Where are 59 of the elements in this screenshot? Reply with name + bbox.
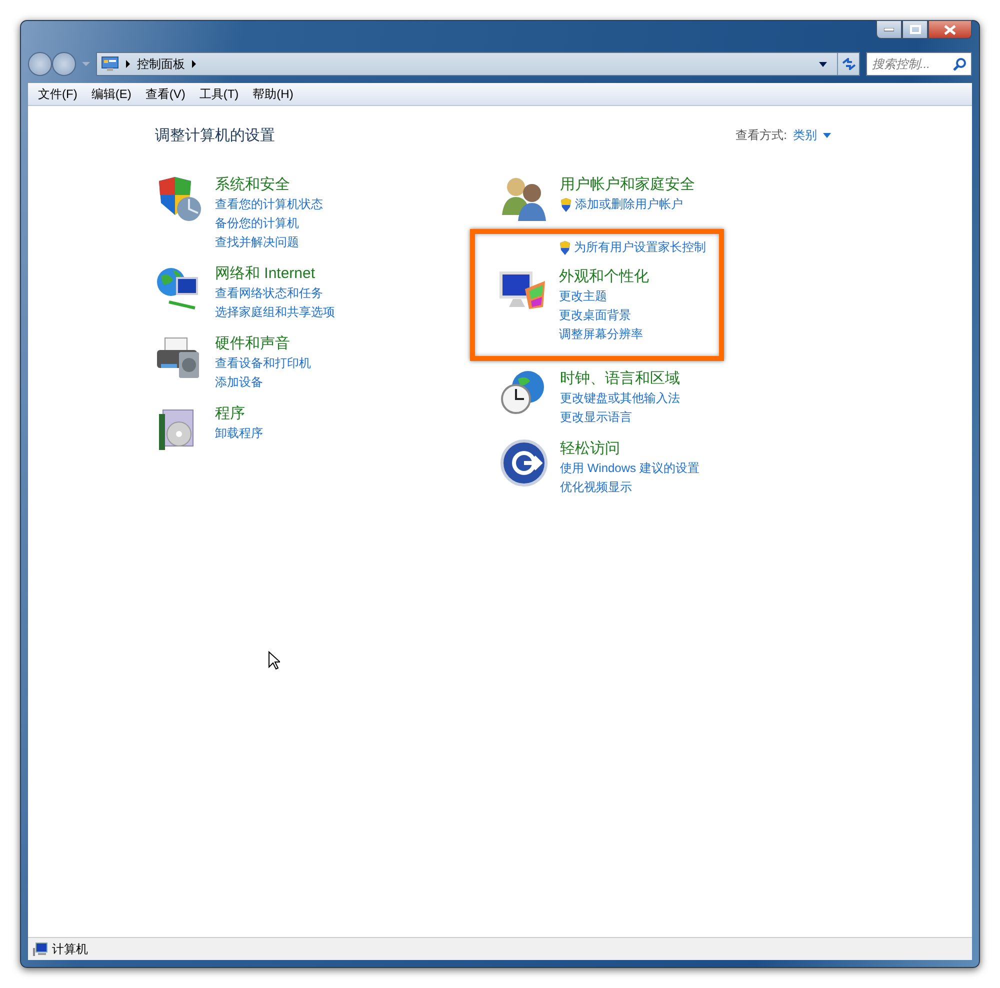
close-button[interactable] xyxy=(928,20,972,39)
link[interactable]: 更改主题 xyxy=(559,287,649,306)
close-icon xyxy=(944,24,956,34)
category-title[interactable]: 用户帐户和家庭安全 xyxy=(560,175,695,195)
category-title[interactable]: 网络和 Internet xyxy=(215,264,335,284)
menu-item[interactable]: 查看(V) xyxy=(139,84,194,104)
search-field[interactable]: 搜索控制... xyxy=(866,52,972,76)
refresh-icon xyxy=(842,58,856,70)
link[interactable]: 更改键盘或其他输入法 xyxy=(560,389,680,408)
link[interactable]: 备份您的计算机 xyxy=(215,214,323,233)
users-icon[interactable] xyxy=(500,175,548,223)
view-by-dropdown[interactable]: 类别 xyxy=(793,127,831,144)
menu-item[interactable]: 编辑(E) xyxy=(85,84,140,104)
link[interactable]: 选择家庭组和共享选项 xyxy=(215,303,335,322)
caret-icon xyxy=(823,133,831,138)
link[interactable]: 查看您的计算机状态 xyxy=(215,195,323,214)
minimize-button[interactable] xyxy=(876,20,902,39)
chevron-icon[interactable] xyxy=(125,60,131,68)
menu-item[interactable]: 文件(F) xyxy=(32,84,86,104)
link[interactable]: 查看网络状态和任务 xyxy=(215,284,335,303)
search-icon[interactable] xyxy=(953,57,967,71)
maximize-icon xyxy=(910,25,920,34)
control-panel-icon xyxy=(101,56,119,72)
caret-icon xyxy=(819,62,827,66)
accessibility-icon[interactable] xyxy=(500,439,548,487)
status-text: 计算机 xyxy=(52,940,88,958)
menu-item[interactable]: 帮助(H) xyxy=(246,84,302,104)
forward-button[interactable] xyxy=(52,52,76,76)
category-title[interactable]: 轻松访问 xyxy=(560,439,700,459)
category-title[interactable]: 程序 xyxy=(215,404,263,424)
category-title[interactable]: 外观和个性化 xyxy=(559,267,649,287)
link[interactable]: 优化视频显示 xyxy=(560,478,700,497)
minimize-icon xyxy=(884,28,894,32)
shield-icon xyxy=(559,240,571,254)
link[interactable]: 调整屏幕分辨率 xyxy=(559,325,649,344)
view-by-label: 查看方式: xyxy=(736,127,787,144)
link[interactable]: 为所有用户设置家长控制 xyxy=(559,238,709,257)
breadcrumb[interactable]: 控制面板 xyxy=(137,56,185,72)
computer-icon xyxy=(32,942,48,956)
menu-item[interactable]: 工具(T) xyxy=(193,84,247,104)
link[interactable]: 添加设备 xyxy=(215,373,311,392)
link[interactable]: 更改显示语言 xyxy=(560,408,680,427)
back-button[interactable] xyxy=(28,52,52,76)
shield-icon xyxy=(560,198,572,212)
category-title[interactable]: 系统和安全 xyxy=(215,175,323,195)
link[interactable]: 查看设备和打印机 xyxy=(215,354,311,373)
category-title[interactable]: 时钟、语言和区域 xyxy=(560,369,680,389)
refresh-button[interactable] xyxy=(837,53,859,75)
address-bar[interactable]: 控制面板 xyxy=(96,52,860,76)
link[interactable]: 更改桌面背景 xyxy=(559,306,649,325)
link[interactable]: 查找并解决问题 xyxy=(215,233,323,252)
mouse-cursor-icon xyxy=(268,651,280,670)
maximize-button[interactable] xyxy=(902,20,928,39)
chevron-icon[interactable] xyxy=(191,60,197,68)
page-heading: 调整计算机的设置 xyxy=(155,126,275,145)
category-title[interactable]: 硬件和声音 xyxy=(215,334,311,354)
link[interactable]: 添加或删除用户帐户 xyxy=(560,195,695,214)
link[interactable]: 使用 Windows 建议的设置 xyxy=(560,459,700,478)
link[interactable]: 卸载程序 xyxy=(215,424,263,443)
